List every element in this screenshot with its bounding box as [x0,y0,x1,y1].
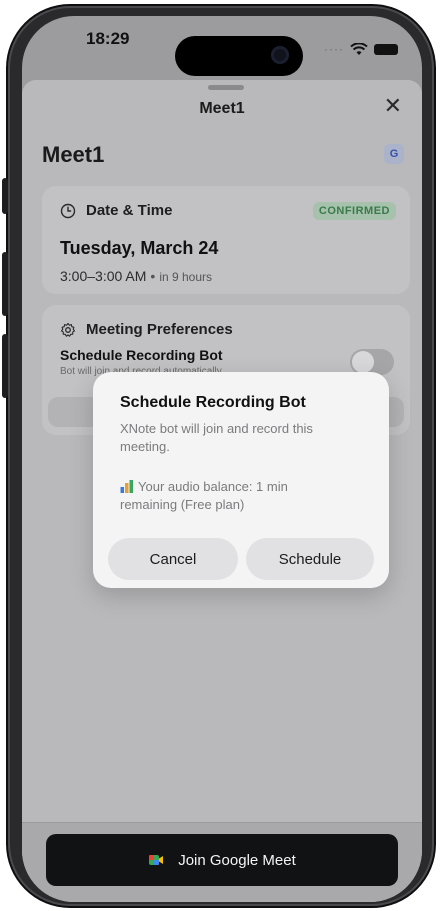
wifi-icon [350,42,368,55]
date-time-card: Date & Time CONFIRMED Tuesday, March 24 … [42,186,410,294]
dialog-message: XNote bot will join and record this meet… [120,421,313,454]
date-time-heading: Date & Time [86,202,173,219]
sheet-grabber[interactable] [208,85,244,90]
google-meet-icon [149,855,164,865]
audio-balance-text: Your audio balance: 1 min remaining (Fre… [120,479,288,512]
battery-icon [374,43,398,55]
bar-chart-icon [120,480,133,493]
mute-switch [2,178,8,214]
join-google-meet-button[interactable]: Join Google Meet [46,834,398,886]
sheet-title: Meet1 [199,100,245,117]
date-time-header: Date & Time [60,202,172,219]
gear-icon [60,322,76,337]
page-title: Meet1 [42,142,105,167]
signal-dots-icon: ···· [324,42,344,56]
preferences-heading: Meeting Preferences [86,321,233,338]
close-icon[interactable]: ✕ [384,94,402,118]
time-range: 3:00–3:00 AM [60,268,147,284]
dynamic-island [175,36,303,76]
audio-balance: Your audio balance: 1 min remaining (Fre… [120,478,330,514]
clock-icon [60,203,76,218]
join-google-meet-label: Join Google Meet [178,851,296,869]
status-icons: ···· [324,42,398,56]
camera-icon [271,46,289,64]
recording-bot-label: Schedule Recording Bot [60,347,223,363]
cancel-button[interactable]: Cancel [108,538,238,580]
volume-down-button [2,334,8,398]
relative-time: in 9 hours [159,270,213,284]
screen: 18:29 ···· Meet1 ✕ Meet1 G Date & Time C… [22,16,422,902]
meeting-date: Tuesday, March 24 [60,238,219,258]
volume-up-button [2,252,8,316]
dialog-title: Schedule Recording Bot [120,394,306,411]
preferences-header: Meeting Preferences [60,321,233,338]
phone-frame: 18:29 ···· Meet1 ✕ Meet1 G Date & Time C… [2,6,434,906]
schedule-recording-dialog: Schedule Recording Bot XNote bot will jo… [93,372,389,588]
toggle-knob [352,351,374,373]
meeting-time: 3:00–3:00 AM • in 9 hours [60,268,212,284]
schedule-button[interactable]: Schedule [246,538,374,580]
google-provider-icon: G [384,144,404,164]
status-time: 18:29 [86,29,130,48]
status-badge: CONFIRMED [312,202,396,220]
separator-dot: • [150,268,156,284]
status-bar: 18:29 ···· [22,16,422,76]
